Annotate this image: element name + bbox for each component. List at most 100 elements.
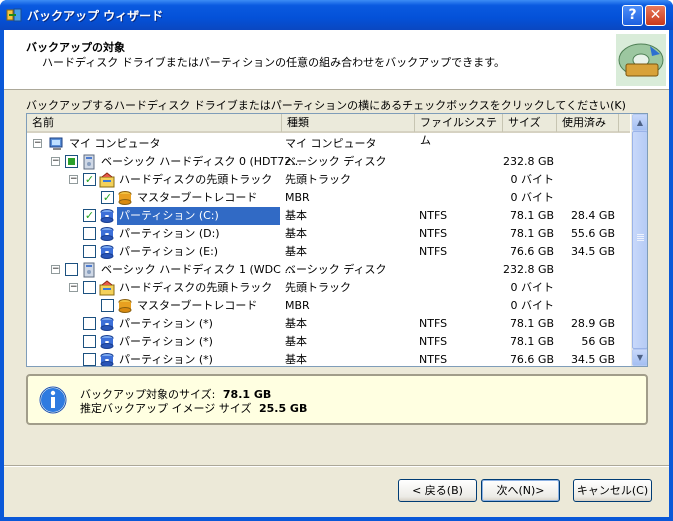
row-checkbox[interactable] xyxy=(65,155,78,168)
row-size: 78.1 GB xyxy=(509,227,554,240)
tree-row[interactable]: パーティション (*) 基本 NTFS 78.1 GB 28.9 GB xyxy=(27,315,630,333)
row-type: 基本 xyxy=(285,209,307,222)
tree-row[interactable]: パーティション (E:) 基本 NTFS 76.6 GB 34.5 GB xyxy=(27,243,630,261)
row-checkbox[interactable]: ✓ xyxy=(83,209,96,222)
row-filesystem: NTFS xyxy=(419,209,448,222)
part-icon xyxy=(99,244,115,260)
estimated-image-size-label: 推定バックアップ イメージ サイズ xyxy=(80,402,252,415)
row-type: 先頭トラック xyxy=(285,281,351,294)
row-type: 基本 xyxy=(285,245,307,258)
row-filesystem: NTFS xyxy=(419,245,448,258)
tree-row[interactable]: − ベーシック ハードディスク 0 (HDT72... ベーシック ディスク 232.… xyxy=(27,153,630,171)
scroll-down-arrow-icon[interactable]: ▼ xyxy=(632,349,647,366)
disk-icon xyxy=(81,262,97,278)
title-bar[interactable]: バックアップ ウィザード ? ✕ xyxy=(0,0,673,30)
vertical-scrollbar[interactable]: ▲ ▼ xyxy=(631,114,647,366)
row-name: マイ コンピュータ xyxy=(69,137,161,150)
row-type: マイ コンピュータ xyxy=(285,137,377,150)
part-icon xyxy=(99,208,115,224)
row-type: ベーシック ディスク xyxy=(285,263,387,276)
row-type: 基本 xyxy=(285,317,307,330)
close-button[interactable]: ✕ xyxy=(645,5,666,26)
part-icon xyxy=(99,352,115,366)
column-filesystem[interactable]: ファイルシステム xyxy=(415,114,503,147)
tree-row[interactable]: − マイ コンピュータ マイ コンピュータ xyxy=(27,135,630,153)
row-checkbox[interactable] xyxy=(83,281,96,294)
instruction-label: バックアップするハードディスク ドライブまたはパーティションの横にあるチェックボ… xyxy=(26,99,626,112)
row-checkbox[interactable] xyxy=(101,299,114,312)
tree-row[interactable]: − ハードディスクの先頭トラック 先頭トラック 0 バイト xyxy=(27,279,630,297)
tree-row[interactable]: パーティション (*) 基本 NTFS 78.1 GB 56 GB xyxy=(27,333,630,351)
wizard-window: バックアップ ウィザード ? ✕ バックアップの対象 ハードディスク ドライブま… xyxy=(0,0,673,521)
next-button[interactable]: 次へ(N)> xyxy=(481,479,560,502)
mbr-icon xyxy=(117,298,133,314)
cancel-button[interactable]: キャンセル(C) xyxy=(573,479,652,502)
tree-row[interactable]: ✓ パーティション (C:) 基本 NTFS 78.1 GB 28.4 GB xyxy=(27,207,630,225)
info-icon xyxy=(39,386,67,414)
part-icon xyxy=(99,316,115,332)
row-name: パーティション (*) xyxy=(119,353,213,366)
row-type: 基本 xyxy=(285,227,307,240)
row-size: 76.6 GB xyxy=(509,245,554,258)
row-name: ハードディスクの先頭トラック xyxy=(119,281,273,294)
tree-row[interactable]: − ✓ ハードディスクの先頭トラック 先頭トラック 0 バイト xyxy=(27,171,630,189)
track-icon xyxy=(99,172,115,188)
row-checkbox[interactable] xyxy=(83,335,96,348)
page-title: バックアップの対象 xyxy=(26,41,125,54)
row-used: 56 GB xyxy=(581,335,615,348)
row-size: 0 バイト xyxy=(510,299,555,312)
row-name: パーティション (D:) xyxy=(119,227,220,240)
collapse-toggle-icon[interactable]: − xyxy=(33,139,42,148)
disk-icon xyxy=(81,154,97,170)
row-name: マスターブートレコード xyxy=(137,191,258,204)
collapse-toggle-icon[interactable]: − xyxy=(51,265,60,274)
wizard-body: バックアップの対象 ハードディスク ドライブまたはパーティションの任意の組み合わ… xyxy=(4,30,669,517)
row-filesystem: NTFS xyxy=(419,227,448,240)
row-checkbox[interactable] xyxy=(65,263,78,276)
help-button[interactable]: ? xyxy=(622,5,643,26)
row-type: ベーシック ディスク xyxy=(285,155,387,168)
column-used[interactable]: 使用済み xyxy=(557,114,619,132)
row-checkbox[interactable] xyxy=(83,245,96,258)
row-name: パーティション (E:) xyxy=(119,245,219,258)
back-button[interactable]: < 戻る(B) xyxy=(398,479,477,502)
wizard-header: バックアップの対象 ハードディスク ドライブまたはパーティションの任意の組み合わ… xyxy=(4,30,669,90)
computer-icon xyxy=(49,136,65,152)
row-size: 232.8 GB xyxy=(503,263,555,276)
track-icon xyxy=(99,280,115,296)
row-size: 0 バイト xyxy=(510,173,555,186)
disk-tree-list[interactable]: 名前 種類 ファイルシステム サイズ 使用済み − マイ コンピュータ マイ コンピ… xyxy=(26,113,648,367)
scroll-up-arrow-icon[interactable]: ▲ xyxy=(632,114,647,131)
row-size: 0 バイト xyxy=(510,191,555,204)
row-size: 78.1 GB xyxy=(509,317,554,330)
column-name[interactable]: 名前 xyxy=(27,114,282,132)
tree-row[interactable]: パーティション (*) 基本 NTFS 76.6 GB 34.5 GB xyxy=(27,351,630,366)
row-checkbox[interactable]: ✓ xyxy=(83,173,96,186)
tree-row[interactable]: パーティション (D:) 基本 NTFS 78.1 GB 55.6 GB xyxy=(27,225,630,243)
backup-disk-graphic-icon xyxy=(616,34,666,86)
row-checkbox[interactable] xyxy=(83,353,96,366)
column-type[interactable]: 種類 xyxy=(282,114,415,132)
part-icon xyxy=(99,334,115,350)
collapse-toggle-icon[interactable]: − xyxy=(51,157,60,166)
info-panel: バックアップ対象のサイズ: 78.1 GB 推定バックアップ イメージ サイズ … xyxy=(26,374,648,425)
collapse-toggle-icon[interactable]: − xyxy=(69,283,78,292)
row-name: パーティション (*) xyxy=(119,317,213,330)
tree-row[interactable]: マスターブートレコード MBR 0 バイト xyxy=(27,297,630,315)
row-size: 78.1 GB xyxy=(509,335,554,348)
tree-row[interactable]: − ベーシック ハードディスク 1 (WDC ... ベーシック ディスク 232.8… xyxy=(27,261,630,279)
row-checkbox[interactable] xyxy=(83,227,96,240)
window-title: バックアップ ウィザード xyxy=(27,9,164,23)
column-size[interactable]: サイズ xyxy=(503,114,557,132)
row-name: マスターブートレコード xyxy=(137,299,258,312)
part-icon xyxy=(99,226,115,242)
row-name: パーティション (*) xyxy=(119,335,213,348)
row-type: MBR xyxy=(285,299,310,312)
collapse-toggle-icon[interactable]: − xyxy=(69,175,78,184)
backup-app-icon xyxy=(6,8,22,22)
row-checkbox[interactable] xyxy=(83,317,96,330)
scroll-thumb[interactable] xyxy=(632,131,647,349)
tree-row[interactable]: ✓ マスターブートレコード MBR 0 バイト xyxy=(27,189,630,207)
row-size: 76.6 GB xyxy=(509,353,554,366)
row-checkbox[interactable]: ✓ xyxy=(101,191,114,204)
